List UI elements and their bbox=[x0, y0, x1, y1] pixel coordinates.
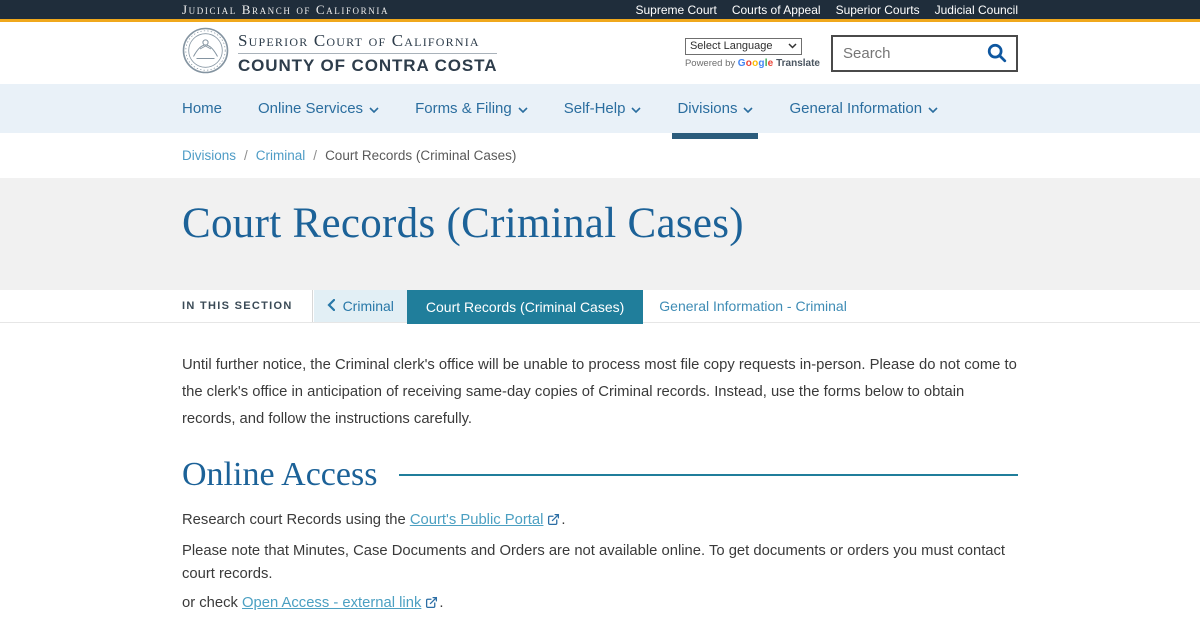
court-brand-text: Superior Court of California COUNTY OF C… bbox=[238, 31, 498, 76]
court-seal-icon bbox=[182, 27, 229, 79]
courts-public-portal-link[interactable]: Court's Public Portal bbox=[410, 512, 544, 528]
nav-label-divisions: Divisions bbox=[677, 100, 738, 117]
powered-by-text: Powered by bbox=[684, 57, 736, 69]
tab-bar-divider bbox=[311, 290, 313, 322]
page-title-band: Court Records (Criminal Cases) bbox=[0, 178, 1200, 290]
or-check-prefix: or check bbox=[182, 594, 243, 611]
external-link-icon bbox=[425, 594, 438, 617]
open-access-external-link[interactable]: Open Access - external link bbox=[242, 595, 421, 611]
nav-item-general-information[interactable]: General Information bbox=[789, 84, 938, 133]
brand-line-county: COUNTY OF CONTRA COSTA bbox=[238, 55, 498, 75]
breadcrumb-row: Divisions / Criminal / Court Records (Cr… bbox=[0, 133, 1200, 178]
research-records-line: Research court Records using the Court's… bbox=[182, 509, 1018, 534]
external-link-icon bbox=[547, 511, 560, 534]
google-translate-widget: Select Language Powered by Google Transl… bbox=[684, 37, 820, 69]
primary-nav: Home Online Services Forms & Filing Self… bbox=[0, 84, 1200, 139]
heading-rule bbox=[399, 473, 1018, 476]
research-records-prefix: Research court Records using the bbox=[182, 511, 410, 528]
language-select-value: Select Language bbox=[689, 40, 773, 52]
nav-item-home[interactable]: Home bbox=[182, 84, 222, 133]
tab-back-criminal[interactable]: Criminal bbox=[313, 290, 407, 322]
top-utility-bar: Judicial Branch of California Supreme Co… bbox=[0, 0, 1200, 19]
judicial-branch-brand: Judicial Branch of California bbox=[182, 1, 390, 17]
or-check-suffix: . bbox=[439, 594, 444, 611]
chevron-down-icon bbox=[518, 106, 528, 113]
google-logo-text: Google bbox=[737, 57, 774, 69]
breadcrumb-separator: / bbox=[313, 148, 318, 163]
breadcrumb-link-criminal[interactable]: Criminal bbox=[256, 148, 306, 163]
chevron-down-icon bbox=[369, 106, 379, 113]
court-logo[interactable]: Superior Court of California COUNTY OF C… bbox=[182, 27, 498, 79]
link-supreme-court[interactable]: Supreme Court bbox=[635, 3, 716, 17]
nav-label-online-services: Online Services bbox=[258, 100, 364, 117]
nav-item-self-help[interactable]: Self-Help bbox=[564, 84, 642, 133]
nav-item-forms-filing[interactable]: Forms & Filing bbox=[415, 84, 528, 133]
search-input[interactable] bbox=[833, 36, 986, 70]
search-box bbox=[831, 34, 1018, 72]
online-access-heading-row: Online Access bbox=[182, 455, 1018, 495]
nav-label-general-information: General Information bbox=[789, 100, 923, 117]
chevron-down-icon bbox=[631, 106, 642, 113]
tab-active-court-records[interactable]: Court Records (Criminal Cases) bbox=[406, 290, 644, 324]
or-check-line: or check Open Access - external link. bbox=[182, 592, 1018, 617]
nav-label-forms-filing: Forms & Filing bbox=[415, 100, 512, 117]
main-content: Until further notice, the Criminal clerk… bbox=[182, 323, 1018, 620]
breadcrumb: Divisions / Criminal / Court Records (Cr… bbox=[182, 148, 1018, 163]
language-select[interactable]: Select Language bbox=[684, 37, 802, 55]
brand-line-superior-court: Superior Court of California bbox=[238, 31, 498, 54]
nav-label-self-help: Self-Help bbox=[563, 100, 626, 117]
translate-text: Translate bbox=[776, 57, 820, 69]
research-records-suffix: . bbox=[561, 511, 566, 528]
breadcrumb-current: Court Records (Criminal Cases) bbox=[325, 148, 517, 163]
online-access-heading: Online Access bbox=[182, 455, 378, 493]
please-note-line: Please note that Minutes, Case Documents… bbox=[182, 542, 1006, 582]
link-superior-courts[interactable]: Superior Courts bbox=[836, 3, 920, 17]
intro-paragraph: Until further notice, the Criminal clerk… bbox=[182, 357, 1017, 427]
link-courts-of-appeal[interactable]: Courts of Appeal bbox=[732, 3, 821, 17]
page-title: Court Records (Criminal Cases) bbox=[182, 200, 744, 247]
chevron-down-icon bbox=[788, 40, 797, 52]
site-header: Superior Court of California COUNTY OF C… bbox=[0, 22, 1200, 84]
utility-links: Supreme Court Courts of Appeal Superior … bbox=[635, 3, 1018, 17]
in-this-section-label: IN THIS SECTION bbox=[182, 300, 293, 312]
breadcrumb-link-divisions[interactable]: Divisions bbox=[182, 148, 236, 163]
chevron-down-icon bbox=[928, 106, 938, 113]
nav-label-home: Home bbox=[182, 100, 223, 117]
link-judicial-council[interactable]: Judicial Council bbox=[935, 3, 1018, 17]
nav-item-online-services[interactable]: Online Services bbox=[258, 84, 379, 133]
nav-item-divisions[interactable]: Divisions bbox=[672, 84, 759, 139]
section-tab-bar: IN THIS SECTION Criminal Court Records (… bbox=[0, 290, 1200, 324]
search-icon[interactable] bbox=[986, 42, 1008, 64]
powered-by-google-translate: Powered by Google Translate bbox=[685, 58, 820, 69]
tab-link-general-information-criminal[interactable]: General Information - Criminal bbox=[659, 290, 847, 322]
chevron-down-icon bbox=[743, 106, 754, 113]
breadcrumb-separator: / bbox=[244, 148, 248, 163]
chevron-left-icon bbox=[327, 298, 335, 314]
tab-back-label: Criminal bbox=[342, 298, 394, 314]
